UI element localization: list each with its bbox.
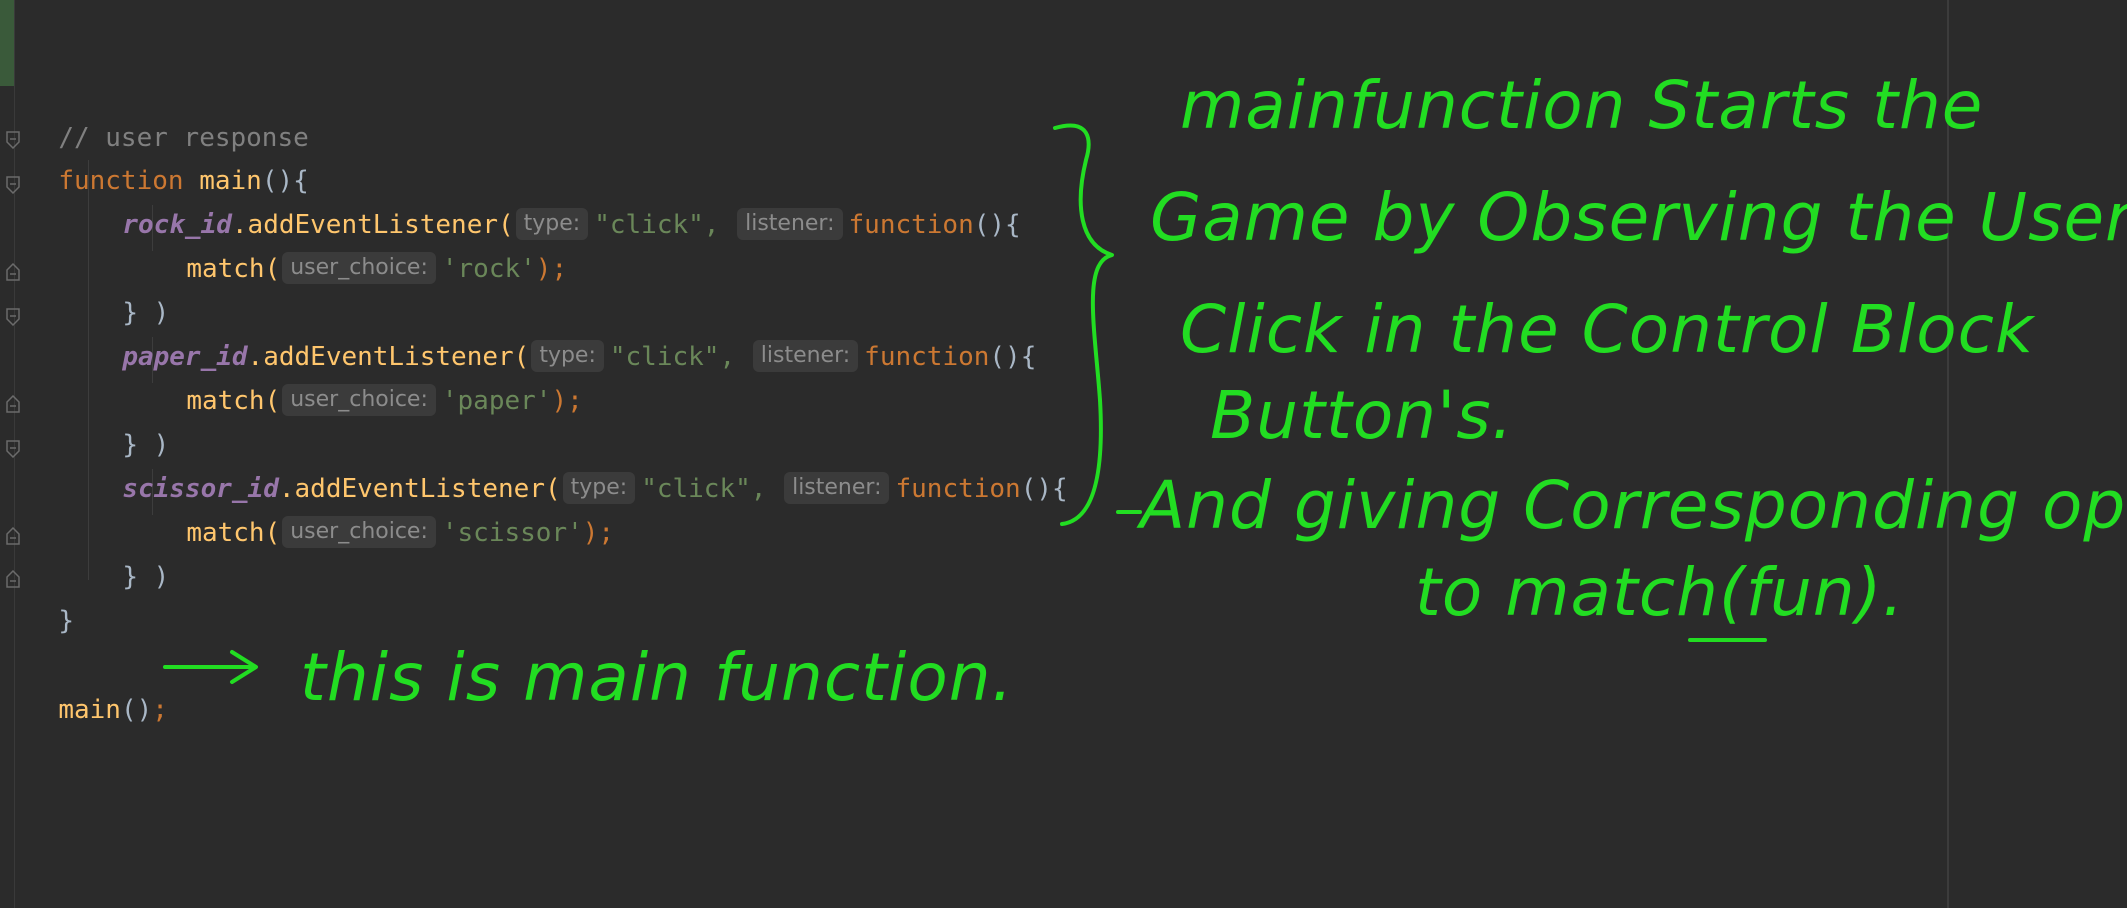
block-close: } ) bbox=[122, 562, 170, 592]
param-hint-user-choice: user_choice: bbox=[282, 383, 436, 416]
code-line-main-call[interactable]: main(); bbox=[27, 650, 168, 725]
keyword-function: function bbox=[864, 342, 990, 372]
code-line-comment[interactable]: // user response bbox=[27, 78, 308, 153]
string-paper: 'paper' bbox=[441, 386, 552, 416]
string-click: "click", bbox=[594, 210, 720, 240]
call-match: match( bbox=[186, 518, 281, 548]
fold-open-icon[interactable] bbox=[6, 308, 20, 326]
note-line-3: Click in the Control Block bbox=[1180, 291, 2036, 368]
param-hint-listener: listener: bbox=[752, 339, 859, 372]
string-click: "click", bbox=[609, 342, 736, 372]
call-match: match( bbox=[186, 254, 281, 284]
call-close: ); bbox=[535, 254, 568, 284]
param-hint-listener: listener: bbox=[737, 207, 843, 240]
fold-close-icon[interactable] bbox=[6, 570, 20, 588]
code-line-rock-listener[interactable]: rock_id.addEventListener(type: "click", l… bbox=[91, 165, 1021, 240]
note-line-6: to match(fun). bbox=[1415, 554, 1904, 631]
fold-open-icon[interactable] bbox=[6, 440, 20, 458]
code-line-match-paper[interactable]: match(user_choice:'paper'); bbox=[155, 341, 583, 416]
code-line-close-rock[interactable]: } ) bbox=[91, 253, 169, 328]
callback-open-brace: (){ bbox=[973, 210, 1021, 240]
code-line-scissor-listener[interactable]: scissor_id.addEventListener(type: "click"… bbox=[91, 429, 1068, 504]
keyword-function: function bbox=[895, 474, 1021, 504]
arrow-head bbox=[230, 650, 258, 684]
gutter-change-marker bbox=[0, 0, 14, 86]
callback-open-brace: (){ bbox=[989, 342, 1037, 372]
call-main-semicolon: ; bbox=[152, 695, 168, 725]
main-close-brace: } bbox=[58, 606, 74, 636]
string-scissor: 'scissor' bbox=[441, 518, 583, 548]
code-line-main-decl[interactable]: function main(){ bbox=[27, 121, 308, 196]
fold-close-icon[interactable] bbox=[6, 527, 20, 545]
note-line-2: Game by Observing the User's bbox=[1150, 179, 2127, 256]
fold-close-icon[interactable] bbox=[6, 263, 20, 281]
call-close: ); bbox=[551, 386, 583, 416]
right-margin-guide bbox=[1947, 0, 1949, 908]
code-line-close-main[interactable]: } bbox=[27, 561, 74, 636]
call-close: ); bbox=[582, 518, 615, 548]
callback-open-brace: (){ bbox=[1020, 474, 1068, 504]
note-line-4: Button's. bbox=[1210, 377, 1514, 454]
string-rock: 'rock' bbox=[441, 254, 536, 284]
note-line-5: And giving Corresponding options bbox=[1136, 467, 2127, 544]
code-line-close-paper[interactable]: } ) bbox=[91, 385, 169, 460]
param-hint-user-choice: user_choice: bbox=[282, 251, 436, 284]
param-hint-listener: listener: bbox=[784, 471, 890, 504]
code-line-paper-listener[interactable]: paper_id.addEventListener(type: "click", … bbox=[91, 297, 1036, 372]
fold-open-icon[interactable] bbox=[6, 131, 20, 149]
fold-close-icon[interactable] bbox=[6, 395, 20, 413]
param-hint-user-choice: user_choice: bbox=[282, 515, 436, 548]
code-line-match-rock[interactable]: match(user_choice:'rock'); bbox=[155, 209, 567, 284]
call-main: main bbox=[58, 695, 121, 725]
call-main-parens: () bbox=[120, 695, 153, 725]
note-main-call: this is main function. bbox=[300, 639, 1014, 716]
call-match: match( bbox=[186, 386, 281, 416]
indent-guide bbox=[88, 160, 89, 580]
keyword-function: function bbox=[848, 210, 974, 240]
fold-open-icon[interactable] bbox=[6, 176, 20, 194]
string-click: "click", bbox=[641, 474, 767, 504]
code-line-close-scissor[interactable]: } ) bbox=[91, 517, 169, 592]
note-line-1: mainfunction Starts the bbox=[1180, 67, 1983, 144]
code-line-match-scissor[interactable]: match(user_choice:'scissor'); bbox=[155, 473, 614, 548]
